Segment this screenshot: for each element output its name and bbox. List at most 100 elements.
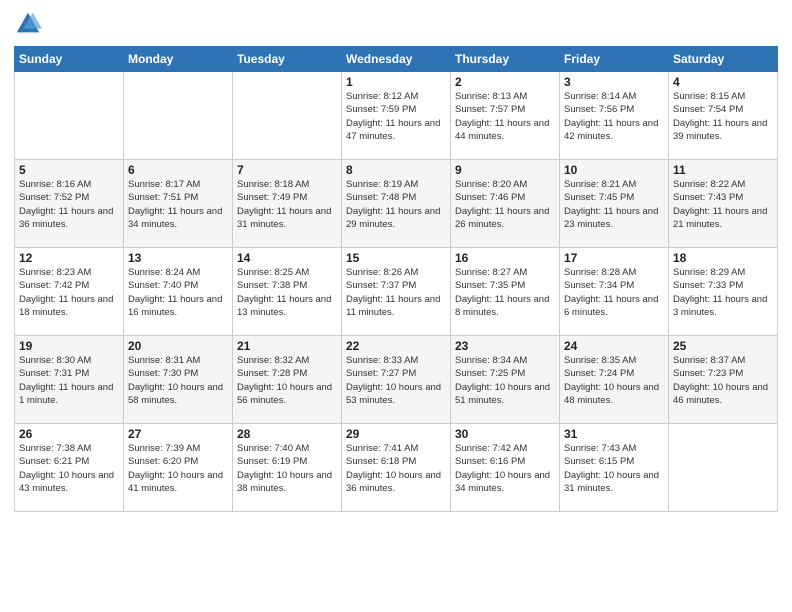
header (14, 10, 778, 38)
calendar-cell: 2Sunrise: 8:13 AMSunset: 7:57 PMDaylight… (451, 72, 560, 160)
day-number: 25 (673, 339, 773, 353)
day-number: 28 (237, 427, 337, 441)
day-number: 5 (19, 163, 119, 177)
weekday-header-saturday: Saturday (669, 47, 778, 72)
day-number: 12 (19, 251, 119, 265)
calendar-cell: 5Sunrise: 8:16 AMSunset: 7:52 PMDaylight… (15, 160, 124, 248)
day-number: 21 (237, 339, 337, 353)
weekday-header-wednesday: Wednesday (342, 47, 451, 72)
day-info: Sunrise: 7:41 AMSunset: 6:18 PMDaylight:… (346, 442, 446, 495)
calendar-cell: 15Sunrise: 8:26 AMSunset: 7:37 PMDayligh… (342, 248, 451, 336)
calendar-cell: 30Sunrise: 7:42 AMSunset: 6:16 PMDayligh… (451, 424, 560, 512)
weekday-header-friday: Friday (560, 47, 669, 72)
calendar-week-row: 12Sunrise: 8:23 AMSunset: 7:42 PMDayligh… (15, 248, 778, 336)
calendar-cell: 12Sunrise: 8:23 AMSunset: 7:42 PMDayligh… (15, 248, 124, 336)
calendar-week-row: 19Sunrise: 8:30 AMSunset: 7:31 PMDayligh… (15, 336, 778, 424)
calendar-cell: 26Sunrise: 7:38 AMSunset: 6:21 PMDayligh… (15, 424, 124, 512)
day-number: 8 (346, 163, 446, 177)
calendar-cell: 7Sunrise: 8:18 AMSunset: 7:49 PMDaylight… (233, 160, 342, 248)
weekday-header-monday: Monday (124, 47, 233, 72)
day-info: Sunrise: 7:42 AMSunset: 6:16 PMDaylight:… (455, 442, 555, 495)
calendar-cell: 3Sunrise: 8:14 AMSunset: 7:56 PMDaylight… (560, 72, 669, 160)
day-number: 3 (564, 75, 664, 89)
calendar-cell: 17Sunrise: 8:28 AMSunset: 7:34 PMDayligh… (560, 248, 669, 336)
day-info: Sunrise: 8:37 AMSunset: 7:23 PMDaylight:… (673, 354, 773, 407)
day-number: 10 (564, 163, 664, 177)
day-info: Sunrise: 8:12 AMSunset: 7:59 PMDaylight:… (346, 90, 446, 143)
calendar-cell: 25Sunrise: 8:37 AMSunset: 7:23 PMDayligh… (669, 336, 778, 424)
calendar-table: SundayMondayTuesdayWednesdayThursdayFrid… (14, 46, 778, 512)
day-info: Sunrise: 7:40 AMSunset: 6:19 PMDaylight:… (237, 442, 337, 495)
day-number: 24 (564, 339, 664, 353)
calendar-cell: 16Sunrise: 8:27 AMSunset: 7:35 PMDayligh… (451, 248, 560, 336)
calendar-cell: 19Sunrise: 8:30 AMSunset: 7:31 PMDayligh… (15, 336, 124, 424)
day-info: Sunrise: 8:21 AMSunset: 7:45 PMDaylight:… (564, 178, 664, 231)
day-number: 29 (346, 427, 446, 441)
calendar-cell: 11Sunrise: 8:22 AMSunset: 7:43 PMDayligh… (669, 160, 778, 248)
day-number: 11 (673, 163, 773, 177)
calendar-cell: 21Sunrise: 8:32 AMSunset: 7:28 PMDayligh… (233, 336, 342, 424)
day-number: 27 (128, 427, 228, 441)
day-number: 17 (564, 251, 664, 265)
calendar-cell: 27Sunrise: 7:39 AMSunset: 6:20 PMDayligh… (124, 424, 233, 512)
calendar-cell: 1Sunrise: 8:12 AMSunset: 7:59 PMDaylight… (342, 72, 451, 160)
day-info: Sunrise: 8:28 AMSunset: 7:34 PMDaylight:… (564, 266, 664, 319)
calendar-cell: 6Sunrise: 8:17 AMSunset: 7:51 PMDaylight… (124, 160, 233, 248)
day-info: Sunrise: 8:33 AMSunset: 7:27 PMDaylight:… (346, 354, 446, 407)
calendar-cell: 14Sunrise: 8:25 AMSunset: 7:38 PMDayligh… (233, 248, 342, 336)
calendar-cell (124, 72, 233, 160)
calendar-week-row: 26Sunrise: 7:38 AMSunset: 6:21 PMDayligh… (15, 424, 778, 512)
weekday-header-thursday: Thursday (451, 47, 560, 72)
day-number: 18 (673, 251, 773, 265)
day-info: Sunrise: 8:32 AMSunset: 7:28 PMDaylight:… (237, 354, 337, 407)
calendar-cell: 13Sunrise: 8:24 AMSunset: 7:40 PMDayligh… (124, 248, 233, 336)
day-info: Sunrise: 8:19 AMSunset: 7:48 PMDaylight:… (346, 178, 446, 231)
calendar-cell: 18Sunrise: 8:29 AMSunset: 7:33 PMDayligh… (669, 248, 778, 336)
day-number: 20 (128, 339, 228, 353)
day-info: Sunrise: 7:43 AMSunset: 6:15 PMDaylight:… (564, 442, 664, 495)
calendar-cell: 9Sunrise: 8:20 AMSunset: 7:46 PMDaylight… (451, 160, 560, 248)
day-number: 1 (346, 75, 446, 89)
logo (14, 10, 46, 38)
calendar-cell (15, 72, 124, 160)
day-info: Sunrise: 8:15 AMSunset: 7:54 PMDaylight:… (673, 90, 773, 143)
day-number: 13 (128, 251, 228, 265)
weekday-header-tuesday: Tuesday (233, 47, 342, 72)
calendar-header-row: SundayMondayTuesdayWednesdayThursdayFrid… (15, 47, 778, 72)
weekday-header-sunday: Sunday (15, 47, 124, 72)
calendar-cell: 23Sunrise: 8:34 AMSunset: 7:25 PMDayligh… (451, 336, 560, 424)
day-number: 2 (455, 75, 555, 89)
day-info: Sunrise: 7:39 AMSunset: 6:20 PMDaylight:… (128, 442, 228, 495)
calendar-cell: 24Sunrise: 8:35 AMSunset: 7:24 PMDayligh… (560, 336, 669, 424)
day-number: 9 (455, 163, 555, 177)
day-info: Sunrise: 8:17 AMSunset: 7:51 PMDaylight:… (128, 178, 228, 231)
day-info: Sunrise: 8:30 AMSunset: 7:31 PMDaylight:… (19, 354, 119, 407)
day-info: Sunrise: 8:22 AMSunset: 7:43 PMDaylight:… (673, 178, 773, 231)
day-number: 26 (19, 427, 119, 441)
day-number: 4 (673, 75, 773, 89)
day-info: Sunrise: 8:16 AMSunset: 7:52 PMDaylight:… (19, 178, 119, 231)
day-info: Sunrise: 8:13 AMSunset: 7:57 PMDaylight:… (455, 90, 555, 143)
calendar-cell: 31Sunrise: 7:43 AMSunset: 6:15 PMDayligh… (560, 424, 669, 512)
day-info: Sunrise: 8:25 AMSunset: 7:38 PMDaylight:… (237, 266, 337, 319)
day-info: Sunrise: 8:23 AMSunset: 7:42 PMDaylight:… (19, 266, 119, 319)
calendar-cell: 4Sunrise: 8:15 AMSunset: 7:54 PMDaylight… (669, 72, 778, 160)
calendar-cell (669, 424, 778, 512)
day-number: 30 (455, 427, 555, 441)
day-info: Sunrise: 8:26 AMSunset: 7:37 PMDaylight:… (346, 266, 446, 319)
calendar-cell (233, 72, 342, 160)
day-info: Sunrise: 8:31 AMSunset: 7:30 PMDaylight:… (128, 354, 228, 407)
day-number: 16 (455, 251, 555, 265)
day-info: Sunrise: 8:18 AMSunset: 7:49 PMDaylight:… (237, 178, 337, 231)
day-info: Sunrise: 8:24 AMSunset: 7:40 PMDaylight:… (128, 266, 228, 319)
day-info: Sunrise: 7:38 AMSunset: 6:21 PMDaylight:… (19, 442, 119, 495)
day-number: 31 (564, 427, 664, 441)
day-number: 22 (346, 339, 446, 353)
day-info: Sunrise: 8:20 AMSunset: 7:46 PMDaylight:… (455, 178, 555, 231)
day-number: 14 (237, 251, 337, 265)
calendar-week-row: 1Sunrise: 8:12 AMSunset: 7:59 PMDaylight… (15, 72, 778, 160)
day-number: 6 (128, 163, 228, 177)
page: SundayMondayTuesdayWednesdayThursdayFrid… (0, 0, 792, 612)
day-info: Sunrise: 8:27 AMSunset: 7:35 PMDaylight:… (455, 266, 555, 319)
calendar-cell: 28Sunrise: 7:40 AMSunset: 6:19 PMDayligh… (233, 424, 342, 512)
